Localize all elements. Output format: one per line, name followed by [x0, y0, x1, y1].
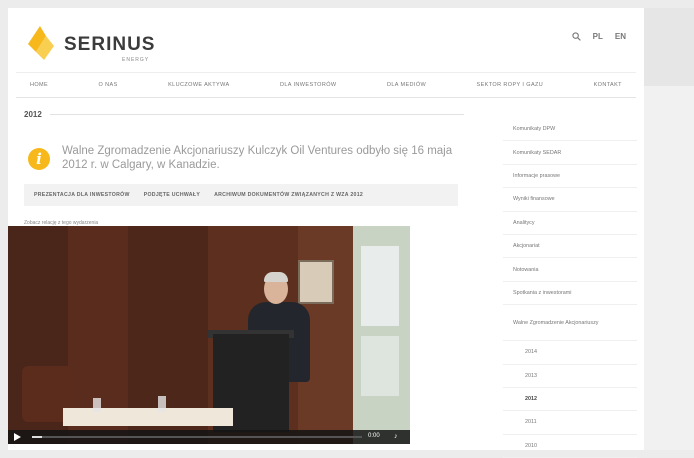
main-content: 2012 i Walne Zgromadzenie Akcjonariuszy … — [24, 110, 464, 226]
video-progress-bar[interactable] — [32, 436, 362, 438]
nav-item-dla-inwestorow[interactable]: DLA INWESTORÓW — [280, 82, 337, 88]
nav-item-sektor-ropy-i-gazu[interactable]: SEKTOR ROPY I GAZU — [477, 82, 544, 88]
video-time: 0:00 — [368, 433, 380, 439]
board-image — [361, 336, 399, 396]
nav-item-o-nas[interactable]: O NAS — [99, 82, 118, 88]
speaker-hair — [264, 272, 288, 282]
sidebar-item-analitycy[interactable]: Analitycy — [503, 212, 637, 235]
divider — [49, 114, 464, 115]
header-utilities: PL EN — [572, 32, 626, 41]
serinus-logo-mark-icon — [28, 26, 54, 60]
video-player[interactable]: 0:00 ♪ — [8, 226, 410, 444]
logo-text: SERINUS — [64, 34, 156, 55]
logo-subtitle: ENERGY — [122, 57, 150, 63]
info-icon: i — [28, 148, 50, 170]
sidebar-year-2013[interactable]: 2013 — [503, 365, 637, 388]
lang-en-link[interactable]: EN — [615, 32, 626, 41]
serinus-logo[interactable]: SERINUS ENERGY — [24, 22, 164, 66]
tab-podjete-uchwaly[interactable]: PODJĘTE UCHWAŁY — [144, 192, 200, 198]
sidebar-item-walne-zgromadzenie[interactable]: Walne Zgromadzenie Akcjonariuszy — [503, 305, 637, 342]
table — [63, 408, 233, 426]
wall-picture — [298, 260, 334, 304]
tab-archiwum[interactable]: ARCHIWUM DOKUMENTÓW ZWIĄZANYCH Z WZA 201… — [214, 192, 363, 198]
video-progress-fill — [32, 436, 42, 438]
tab-prezentacja[interactable]: PREZENTACJA DLA INWESTORÓW — [34, 192, 130, 198]
nav-item-home[interactable]: HOME — [30, 82, 48, 88]
sidebar-item-spotkania[interactable]: Spotkania z inwestorami — [503, 282, 637, 306]
sidebar-year-2014[interactable]: 2014 — [503, 341, 637, 365]
nav-item-dla-mediow[interactable]: DLA MEDIÓW — [387, 82, 426, 88]
sidebar-item-komunikaty-dpw[interactable]: Komunikaty DPW — [503, 118, 637, 142]
presentation-board — [353, 226, 410, 444]
sidebar-item-informacje-prasowe[interactable]: Informacje prasowe — [503, 165, 637, 189]
sidebar-year-2011[interactable]: 2011 — [503, 411, 637, 435]
search-icon[interactable] — [572, 32, 581, 41]
glass — [93, 398, 101, 412]
video-controls: 0:00 ♪ — [8, 430, 410, 444]
year-heading-row: 2012 — [24, 110, 464, 119]
board-image — [361, 246, 399, 326]
notice-text: Walne Zgromadzenie Akcjonariuszy Kulczyk… — [62, 145, 453, 171]
sidebar-item-komunikaty-sedar[interactable]: Komunikaty SEDAR — [503, 141, 637, 165]
sidebar-year-2010[interactable]: 2010 — [503, 435, 637, 458]
volume-icon[interactable]: ♪ — [394, 433, 398, 440]
sidebar-item-akcjonariat[interactable]: Akcjonariat — [503, 235, 637, 259]
play-icon[interactable] — [14, 433, 21, 441]
document-tabs: PREZENTACJA DLA INWESTORÓW PODJĘTE UCHWA… — [24, 184, 458, 206]
sidebar-item-wyniki-finansowe[interactable]: Wyniki finansowe — [503, 188, 637, 212]
lang-pl-link[interactable]: PL — [593, 32, 603, 41]
glass — [158, 396, 166, 412]
sidebar-item-notowania[interactable]: Notowania — [503, 258, 637, 282]
sidebar-year-2012[interactable]: 2012 — [503, 388, 637, 412]
year-heading: 2012 — [24, 110, 42, 119]
header-background-band — [644, 8, 694, 86]
nav-item-kontakt[interactable]: KONTAKT — [594, 82, 622, 88]
page-background-right — [644, 8, 694, 450]
nav-item-kluczowe-aktywa[interactable]: KLUCZOWE AKTYWA — [168, 82, 229, 88]
sidebar: Komunikaty DPW Komunikaty SEDAR Informac… — [503, 118, 637, 458]
main-nav: HOME O NAS KLUCZOWE AKTYWA DLA INWESTORÓ… — [16, 72, 636, 98]
